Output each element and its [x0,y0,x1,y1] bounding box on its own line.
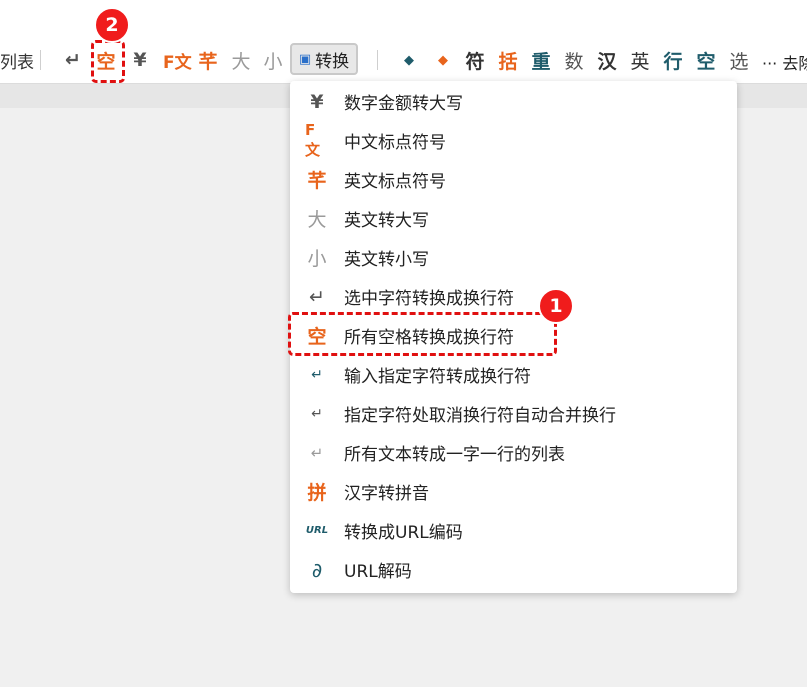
menu-item-label: 英文标点符号 [344,172,446,192]
line-icon[interactable]: 行 [662,46,684,74]
bracket-icon[interactable]: 括 [497,46,519,74]
space-icon[interactable]: 空 [695,46,717,74]
align-left-icon[interactable]: ◆ [398,46,420,74]
menu-item-label: 选中字符转换成换行符 [344,289,514,309]
cn-punct-icon: F文 [305,121,321,159]
return-icon: ↵ [309,285,325,308]
link-icon: ∂ [311,557,323,582]
highlight-box-toolbar [91,40,125,83]
duplicate-icon[interactable]: 重 [530,46,552,74]
url-encode-icon: URL [305,525,329,536]
menu-item-label: 数字金额转大写 [344,94,463,114]
convert-button[interactable]: ▣ 转换 [290,43,358,75]
menu-item-input-char-to-newline[interactable]: ↵ 输入指定字符转成换行符 [290,355,737,394]
toolbar-separator [40,50,41,70]
menu-item-label: 汉字转拼音 [344,484,429,504]
menu-item-label: 所有文本转成一字一行的列表 [344,445,565,465]
symbol-icon[interactable]: 符 [464,46,486,74]
menu-item-url-encode[interactable]: URL 转换成URL编码 [290,511,737,550]
cn-punct-icon[interactable]: F文 [163,46,192,74]
pinyin-icon: 拼 [307,482,327,504]
menu-item-upper[interactable]: 大 英文转大写 [290,199,737,238]
menu-item-label: 输入指定字符转成换行符 [344,367,531,387]
small-return-icon: ↵ [311,366,323,383]
list-return-icon: ↵ [310,443,324,462]
menu-item-pinyin[interactable]: 拼 汉字转拼音 [290,472,737,511]
menu-item-en-punct[interactable]: 芊 英文标点符号 [290,160,737,199]
en-punct-icon[interactable]: 芊 [197,46,219,74]
menu-item-selected-to-newline[interactable]: ↵ 选中字符转换成换行符 [290,277,737,316]
menu-item-lower[interactable]: 小 英文转小写 [290,238,737,277]
menu-item-label: 英文转小写 [344,250,429,270]
number-icon[interactable]: 数 [563,46,585,74]
english-icon[interactable]: 英 [629,46,651,74]
menu-item-label: 指定字符处取消换行符自动合并换行 [344,406,616,426]
lower-icon[interactable]: 小 [262,46,284,74]
menu-item-label: URL解码 [344,562,412,582]
step-marker-2: 2 [94,7,130,43]
upper-icon[interactable]: 大 [230,46,252,74]
return-icon[interactable]: ↵ [62,46,84,74]
step-marker-1: 1 [538,288,574,324]
menu-item-amount-uppercase[interactable]: ¥ 数字金额转大写 [290,82,737,121]
lower-icon: 小 [307,248,327,270]
upper-icon: 大 [307,209,327,231]
menu-item-merge-lines[interactable]: ↵ 指定字符处取消换行符自动合并换行 [290,394,737,433]
yen-icon[interactable]: ¥ [129,46,151,74]
select-icon[interactable]: 选 [728,46,750,74]
menu-item-label: 中文标点符号 [344,133,446,153]
menu-item-label: 转换成URL编码 [344,523,463,543]
convert-label: 转换 [315,51,350,72]
menu-item-url-decode[interactable]: ∂ URL解码 [290,550,737,589]
toolbar-left-label[interactable]: 列表 [0,48,34,73]
menu-item-label: 英文转大写 [344,211,429,231]
yen-icon: ¥ [310,90,324,113]
en-punct-icon: 芊 [307,170,327,192]
merge-return-icon: ↵ [311,405,323,422]
toolbar-separator [377,50,378,70]
highlight-box-menu [288,312,557,356]
more-button[interactable]: ··· 去除 [762,50,807,74]
chinese-icon[interactable]: 汉 [596,46,618,74]
align-right-icon[interactable]: ◆ [432,46,454,74]
convert-icon: ▣ [298,51,312,67]
menu-item-one-char-per-line[interactable]: ↵ 所有文本转成一字一行的列表 [290,433,737,472]
menu-item-cn-punct[interactable]: F文 中文标点符号 [290,121,737,160]
